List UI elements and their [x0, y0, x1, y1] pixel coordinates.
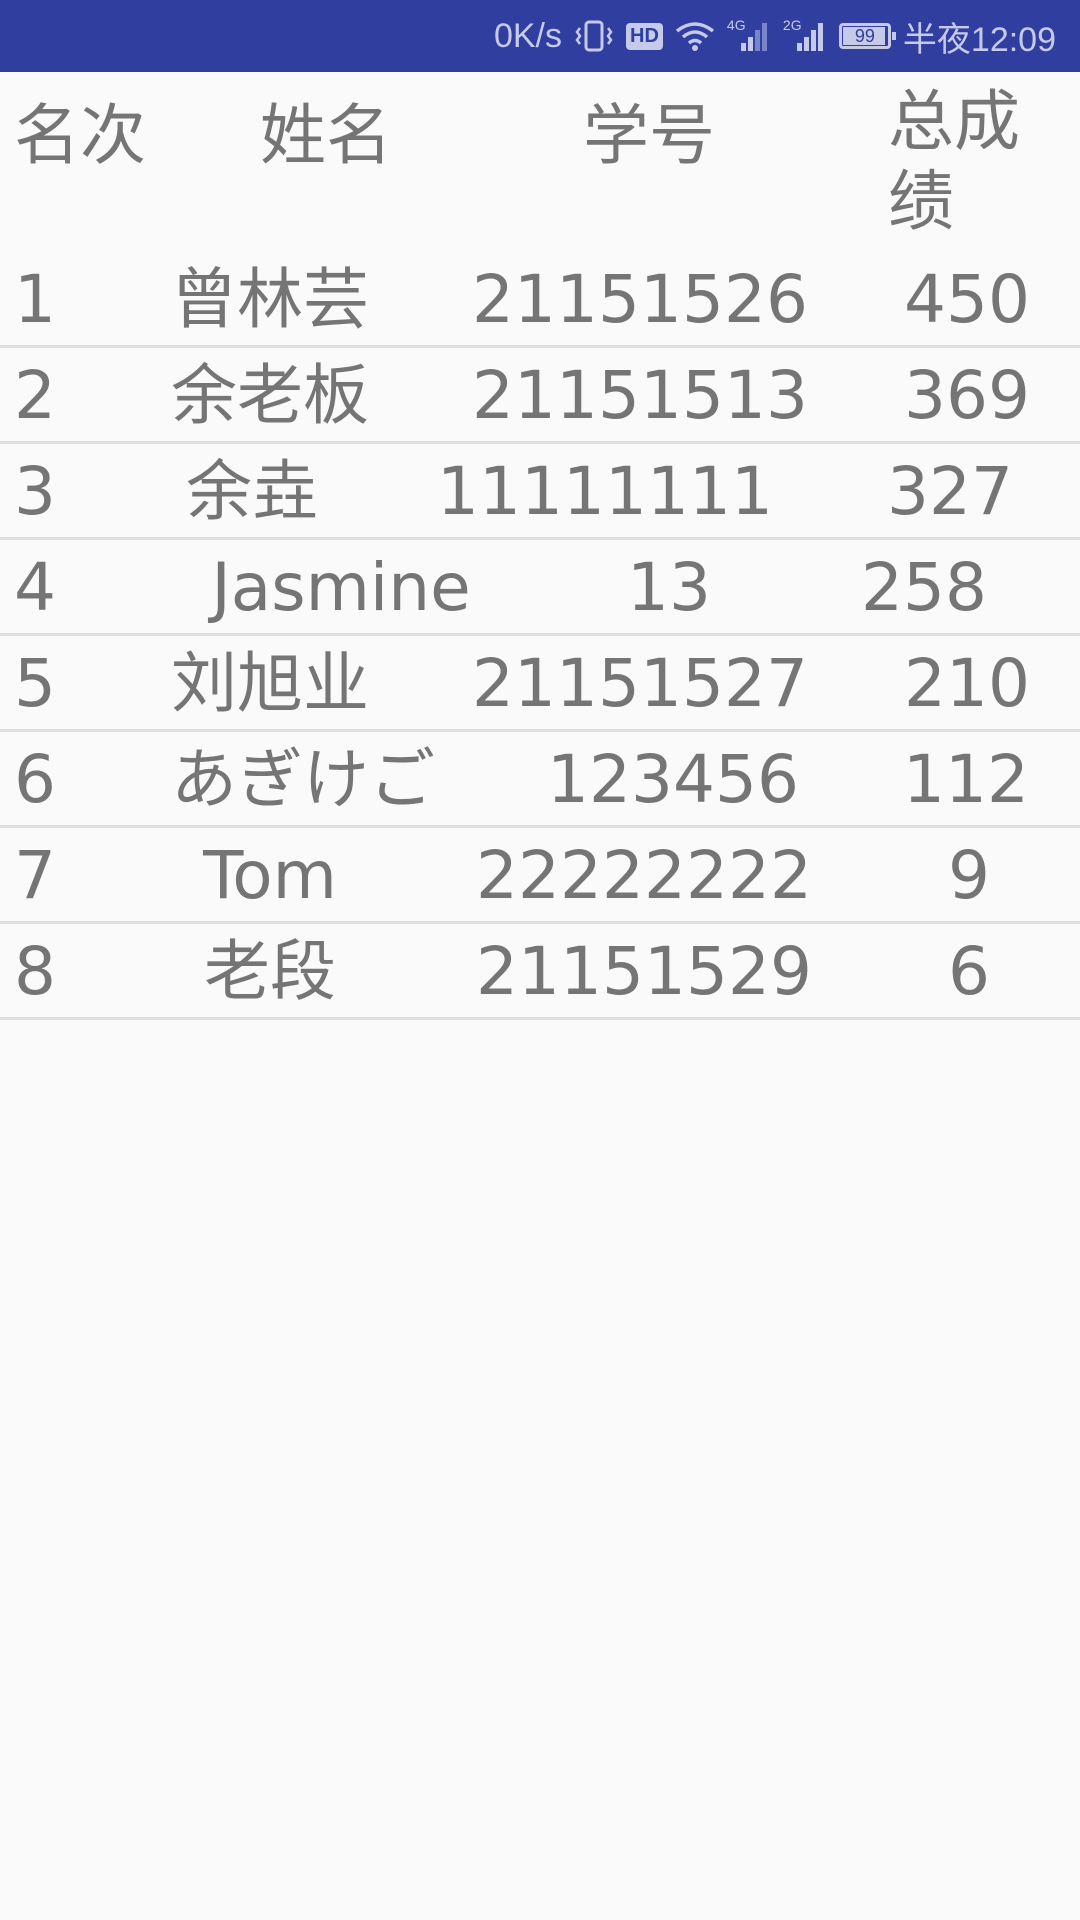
hd-badge: HD: [626, 22, 663, 50]
signal-2g-label: 2G: [782, 17, 802, 33]
rank-cell: 4: [14, 549, 56, 626]
table-header: 名次 姓名 学号 总成绩: [0, 72, 1080, 252]
vibrate-icon: [574, 19, 614, 53]
net-speed: 0K/s: [493, 16, 563, 55]
signal-4g-label: 4G: [726, 17, 746, 33]
table-row[interactable]: 6 あぎけご 123456 112: [0, 732, 1080, 828]
clock: 半夜12:09: [902, 20, 1056, 59]
header-student-id: 学号: [583, 97, 715, 174]
header-name: 姓名: [260, 97, 392, 174]
rank-cell: 7: [14, 837, 56, 914]
signal-2g-icon: 2G: [782, 17, 827, 53]
battery-icon: 99: [838, 23, 896, 49]
table-row[interactable]: 2 余老板 21151513 369: [0, 348, 1080, 444]
rank-cell: 8: [14, 933, 56, 1010]
table-row[interactable]: 4 Jasmine 13 258: [0, 540, 1080, 636]
rank-cell: 6: [14, 741, 56, 818]
rank-cell: 3: [14, 453, 56, 530]
header-rank: 名次: [14, 97, 146, 174]
table-row[interactable]: 8 老段 21151529 6: [0, 924, 1080, 1020]
signal-4g-icon: 4G: [726, 17, 771, 53]
rank-cell: 1: [14, 261, 56, 338]
battery-level: 99: [854, 25, 875, 46]
ranking-table: 名次 姓名 学号 总成绩 1 曾林芸 21151526 450 2 余老板 21…: [0, 72, 1080, 1020]
rank-cell: 5: [14, 645, 56, 722]
rank-cell: 2: [14, 357, 56, 434]
wifi-icon: [675, 20, 715, 52]
table-row[interactable]: 5 刘旭业 21151527 210: [0, 636, 1080, 732]
status-bar: 0K/s HD 4G 2G 99 半夜12:09: [0, 0, 1080, 72]
table-row[interactable]: 3 余垚 11111111 327: [0, 444, 1080, 540]
table-row[interactable]: 7 Tom 22222222 9: [0, 828, 1080, 924]
table-row[interactable]: 1 曾林芸 21151526 450: [0, 252, 1080, 348]
header-total-score: 总成绩: [888, 83, 1020, 240]
